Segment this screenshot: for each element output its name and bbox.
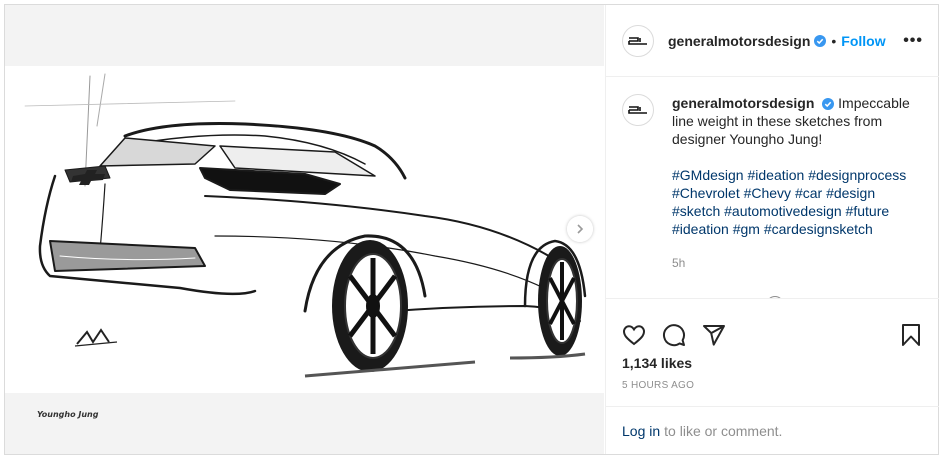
likes-count[interactable]: 1,134 likes [606, 355, 939, 371]
separator-dot: • [831, 32, 837, 49]
chevron-right-icon [577, 224, 584, 234]
comments-section: generalmotorsdesign Impeccable line weig… [606, 78, 939, 298]
actions-area: 1,134 likes 5 HOURS AGO [606, 298, 939, 391]
save-bookmark-icon[interactable] [899, 323, 923, 347]
caption-avatar[interactable] [622, 94, 654, 126]
post-sidebar: generalmotorsdesign • Follow ••• general… [605, 5, 939, 454]
comment-icon[interactable] [662, 323, 686, 347]
gm-logo-icon [628, 106, 647, 114]
post-timestamp[interactable]: 5 HOURS AGO [606, 380, 939, 391]
more-options-button[interactable]: ••• [903, 32, 923, 50]
instagram-post: Youngho Jung generalmotorsdesign • Follo… [4, 4, 939, 455]
car-sketch-drawing [24, 73, 587, 378]
sketch-image: Youngho Jung [5, 66, 604, 419]
login-link[interactable]: Log in [622, 423, 660, 439]
action-bar [606, 313, 939, 357]
follow-button[interactable]: Follow [841, 33, 885, 49]
login-prompt: Log in to like or comment. [606, 406, 939, 454]
gm-logo-icon [627, 35, 649, 46]
like-heart-icon[interactable] [622, 323, 646, 347]
rear-wheel [332, 240, 408, 372]
header-username[interactable]: generalmotorsdesign [668, 33, 810, 49]
verified-badge-icon [822, 98, 835, 110]
caption-username[interactable]: generalmotorsdesign [672, 95, 814, 111]
signature-text: Youngho Jung [37, 410, 99, 419]
next-slide-button[interactable] [567, 216, 593, 242]
caption-time: 5h [672, 256, 686, 270]
share-icon[interactable] [702, 323, 726, 347]
avatar[interactable] [622, 24, 654, 57]
login-suffix: to like or comment. [664, 422, 783, 439]
front-wheel [538, 246, 582, 356]
caption-body: generalmotorsdesign Impeccable line weig… [672, 94, 920, 272]
verified-badge-icon [814, 34, 827, 47]
caption: generalmotorsdesign Impeccable line weig… [622, 94, 923, 272]
hashtags[interactable]: #GMdesign #ideation #designprocess #Chev… [672, 166, 920, 238]
post-media[interactable]: Youngho Jung [5, 5, 604, 454]
post-header: generalmotorsdesign • Follow ••• [606, 5, 939, 77]
